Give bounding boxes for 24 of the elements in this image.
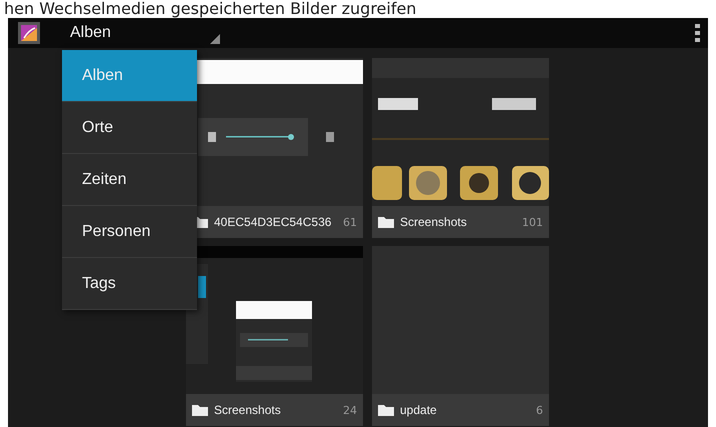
menu-item[interactable]: Tags [62, 258, 197, 310]
album-name: update [400, 403, 438, 417]
folder-icon [192, 404, 208, 416]
photo-count: 6 [536, 404, 543, 416]
caption-text: hen Wechselmedien gespeicherten Bilder zugreifen [3, 0, 418, 18]
album-name: 40EC54D3EC54C536 [214, 215, 332, 229]
menu-item[interactable]: Personen [62, 206, 197, 258]
menu-item[interactable]: Zeiten [62, 154, 197, 206]
album-tile[interactable]: update 6 [372, 246, 549, 426]
menu-item[interactable]: Orte [62, 102, 197, 154]
folder-icon [378, 404, 394, 416]
photo-count: 61 [343, 216, 357, 228]
photo-count: 24 [343, 404, 357, 416]
album-tile[interactable]: Screenshots 101 [372, 58, 549, 238]
album-dropdown[interactable]: Alben [70, 24, 210, 42]
dropdown-corner-icon [210, 34, 220, 44]
album-tile[interactable]: 40EC54D3EC54C536 61 [186, 58, 363, 238]
album-tile[interactable]: Screenshots 24 [186, 246, 363, 426]
album-name: Screenshots [214, 403, 282, 417]
gallery-app-icon[interactable] [18, 22, 40, 44]
album-name: Screenshots [400, 215, 468, 229]
photo-count: 101 [522, 216, 543, 228]
folder-icon [378, 216, 394, 228]
overflow-menu-icon[interactable] [695, 24, 700, 42]
